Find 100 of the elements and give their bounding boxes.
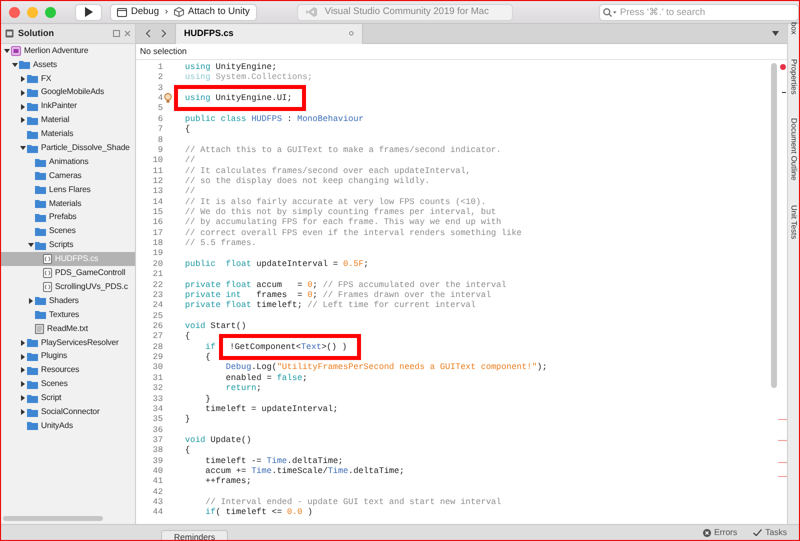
editor-tab[interactable]: HUDFPS.cs ○ [175,24,363,44]
tree-item[interactable]: ReadMe.txt [1,322,135,336]
tree-item[interactable]: GoogleMobileAds [1,86,135,100]
tree-item[interactable]: Prefabs [1,210,135,225]
tree-item[interactable]: Shaders [1,294,135,308]
tree-item[interactable]: Materials [1,196,135,211]
code-line: void Update() [185,434,252,446]
tree-item[interactable]: Lens Flares [1,182,135,197]
tree-item[interactable]: Cameras [1,169,135,183]
tree-item[interactable]: Assets [1,58,135,72]
change-marker [778,419,787,420]
code-line: timeleft -= Time.deltaTime; [204,456,344,466]
back-icon[interactable] [145,29,151,38]
close-icon[interactable] [124,30,131,37]
folder-icon [35,185,46,194]
tree-item[interactable]: Merlion Adventure [1,44,135,58]
dock-icon[interactable] [113,30,120,37]
line-number: 11 [152,166,163,176]
tree-item[interactable]: PlayServicesResolver [1,336,135,350]
tree-item[interactable]: Plugins [1,350,135,364]
line-number: 42 [152,486,163,498]
line-number: 40 [152,466,163,476]
tree-item[interactable]: PDS_GameControll [1,266,135,280]
line-number: 4 [156,93,163,104]
tree-item[interactable]: Particle_Dissolve_Shade [1,141,135,156]
tree-item[interactable]: Animations [1,155,135,170]
code-line: return; [224,383,262,394]
folder-icon [27,102,38,111]
code-line: // We do this not by simply counting frames per interval, but [185,207,496,218]
pad-tab[interactable]: Reminders [161,530,228,540]
error-icon [703,528,712,536]
code-line: { [185,445,190,456]
forward-icon[interactable] [161,29,167,38]
code-line: ++frames; [204,476,252,487]
breadcrumb[interactable]: No selection [140,45,187,58]
line-number: 21 [152,269,163,280]
tree-item[interactable]: Scripts [1,238,135,252]
code-line: if( timeleft <= 0.0 ) [204,507,313,518]
line-number: 38 [152,445,163,456]
error-marker [780,64,786,70]
lightbulb-icon[interactable] [164,93,172,104]
line-number: 20 [152,258,163,270]
line-number: 25 [152,310,163,321]
code-file-icon [43,268,52,278]
search-field[interactable]: Press ‘⌘.’ to search [599,4,799,20]
close-tab-button[interactable]: ○ [348,26,354,40]
run-button[interactable] [75,4,102,20]
code-line: { [204,352,211,362]
tree-item[interactable]: UnityAds [1,419,135,433]
line-number: 15 [152,207,163,218]
code-line: private int frames = 0; // Frames drawn over the interval [185,290,492,300]
dropdown-icon[interactable] [772,31,779,36]
tree-item[interactable]: Scenes [1,377,135,392]
line-number: 1 [156,62,163,72]
tree-item[interactable]: Scenes [1,224,135,238]
code-line: // so the display does not keep changing wildly. [185,176,430,186]
code-line: // It calculates frames/second over each updateInterval, [185,166,471,176]
folder-icon [27,366,38,375]
play-icon [84,7,93,17]
line-number: 24 [152,300,163,311]
code-line: // It is also fairly accurate at very low FPS counts (<10). [185,196,486,208]
tree-item[interactable]: Resources [1,363,135,378]
code-line: public class HUDFPS : MonoBehaviour [185,114,364,124]
highlight-box: using UnityEngine.UI; [174,85,306,112]
folder-icon [27,421,38,430]
line-number: 10 [152,155,163,166]
folder-icon [27,130,38,139]
line-number: 22 [152,280,163,290]
solution-icon [5,29,14,38]
tree-item[interactable]: Script [1,391,135,406]
folder-icon [35,240,46,250]
tree-item[interactable]: FX [1,72,135,86]
tree-item[interactable]: Material [1,113,135,128]
tree-item[interactable]: InkPainter [1,100,135,114]
line-number: 23 [152,290,163,300]
highlight-box: !GetComponent<Text>() ) [218,334,361,360]
code-line: private float accum = 0; // FPS accumulated over the interval [185,280,506,290]
line-number: 26 [152,320,163,332]
code-line: private float timeleft; // Left time for current interval [185,300,476,311]
tree-item[interactable]: SocialConnector [1,405,135,420]
line-number: 31 [152,372,163,384]
document-icon [35,324,44,334]
scrollbar[interactable] [3,516,103,521]
folder-icon [27,74,38,84]
tasks-button[interactable]: Tasks [749,526,791,539]
line-number: 36 [152,424,163,435]
tree-item[interactable]: Textures [1,308,135,322]
folder-icon [27,394,38,403]
code-line: enabled = false; [224,372,308,384]
line-number: 2 [156,72,163,83]
tree-item[interactable]: Materials [1,127,135,142]
line-number: 39 [152,456,163,466]
errors-button[interactable]: Errors [699,526,742,539]
line-number: 29 [152,352,163,362]
folder-icon [27,88,38,98]
code-line: { [185,124,190,135]
tree-item[interactable]: ScrollingUVs_PDS.c [1,280,135,294]
scrollbar[interactable] [771,63,777,388]
line-number: 3 [156,82,163,94]
code-line: // Attach this to a GUIText to make a frames/second indicator. [185,144,502,156]
